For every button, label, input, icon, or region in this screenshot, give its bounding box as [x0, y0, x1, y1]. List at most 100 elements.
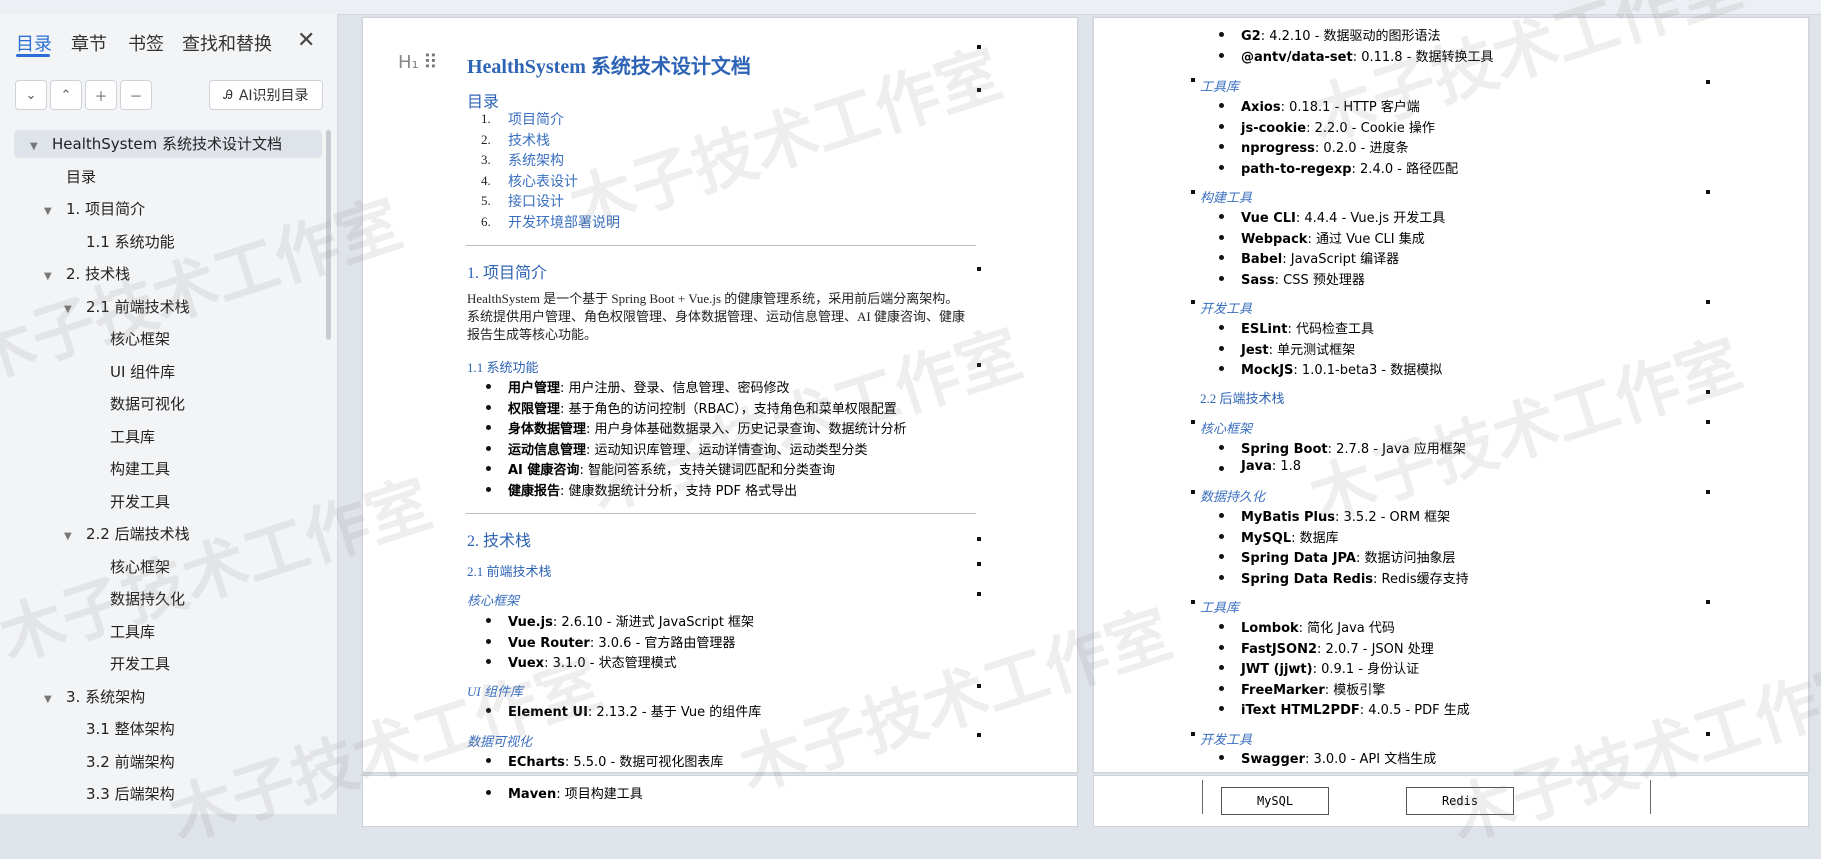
subheading-dev-tools: 开发工具 — [1200, 301, 1253, 316]
heading-style-icon[interactable]: H₁ — [398, 52, 419, 73]
bullet-icon — [486, 466, 491, 471]
bullet-icon — [1219, 255, 1224, 260]
remove-level-button[interactable]: － — [120, 80, 152, 110]
subheading-backend-dev: 开发工具 — [1200, 732, 1253, 747]
toc-item[interactable]: 核心框架 — [14, 325, 170, 353]
toc-item[interactable]: 构建工具 — [14, 455, 170, 483]
toc-link[interactable]: 核心表设计 — [508, 171, 578, 191]
dev-tool-item: MockJS: 1.0.1-beta3 - 数据模拟 — [1241, 363, 1443, 378]
paragraph-mark — [977, 562, 981, 566]
expand-arrow-icon[interactable]: ▼ — [44, 686, 58, 714]
toc-item[interactable]: 3.2 前端架构 — [14, 748, 175, 776]
bullet-icon — [486, 425, 491, 430]
bullet-icon — [1219, 214, 1224, 219]
toc-item[interactable]: UI 组件库 — [14, 358, 175, 386]
expand-arrow-icon[interactable]: ▼ — [64, 296, 78, 324]
paragraph-mark — [1191, 300, 1195, 304]
core-framework-item: Vuex: 3.1.0 - 状态管理模式 — [508, 656, 677, 671]
toc-item-label: 工具库 — [110, 427, 156, 446]
toc-item-label: 3.1 整体架构 — [86, 720, 175, 738]
build-tool-item: Sass: CSS 预处理器 — [1241, 272, 1365, 288]
toc-item[interactable]: 开发工具 — [14, 650, 170, 678]
diagram-border — [1650, 780, 1651, 814]
bullet-icon — [1219, 574, 1224, 580]
toc-link[interactable]: 技术栈 — [508, 130, 550, 150]
drag-handle-icon[interactable]: ⠿ — [423, 50, 438, 74]
toc-item-label: 3. 系统架构 — [66, 687, 146, 706]
paragraph-mark — [977, 45, 981, 49]
expand-arrow-icon[interactable]: ▼ — [30, 133, 44, 161]
paragraph-mark — [977, 684, 981, 688]
section-heading-2: 2. 技术栈 — [467, 533, 532, 550]
dev-tool-item: Jest: 单元测试框架 — [1241, 342, 1356, 358]
paragraph-mark — [1706, 420, 1710, 424]
bullet-icon — [1219, 445, 1224, 450]
subheading-backend-tools: 工具库 — [1200, 600, 1240, 615]
subheading-core-framework: 核心框架 — [467, 593, 520, 608]
toc-item[interactable]: 工具库 — [14, 423, 155, 451]
expand-arrow-icon[interactable]: ▼ — [44, 198, 58, 226]
toc-item[interactable]: 3.1 整体架构 — [14, 715, 175, 743]
section-heading-1-1: 1.1 系统功能 — [467, 360, 539, 375]
bullet-icon — [486, 486, 491, 492]
tab-toc[interactable]: 目录 — [16, 30, 52, 56]
toc-item-label: 2.1 前端技术栈 — [86, 297, 190, 316]
toc-item[interactable]: ▼ HealthSystem 系统技术设计文档 — [14, 130, 322, 158]
bullet-icon — [1219, 465, 1224, 471]
backend-tool-item: FreeMarker: 模板引擎 — [1241, 682, 1386, 698]
toc-item[interactable]: ▼ 2.2 后端技术栈 — [14, 520, 190, 548]
feature-item: AI 健康咨询: 智能问答系统，支持关键词匹配和分类查询 — [508, 463, 835, 478]
bullet-icon — [1219, 325, 1224, 330]
toc-item[interactable]: 3.3 后端架构 — [14, 780, 175, 808]
toc-item[interactable]: ▼ 2.1 前端技术栈 — [14, 293, 190, 321]
toc-item[interactable]: 核心框架 — [14, 553, 170, 581]
feature-item: 用户管理: 用户注册、登录、信息管理、密码修改 — [508, 381, 790, 396]
ai-recognize-toc-button[interactable]: Ꭿ AI识别目录 — [209, 80, 323, 110]
toc-item-label: 开发工具 — [110, 492, 171, 511]
toc-link[interactable]: 开发环境部署说明 — [508, 212, 620, 232]
bullet-icon — [1219, 513, 1224, 518]
top-ruler — [0, 0, 1821, 15]
paragraph-mark — [977, 363, 981, 367]
toc-link[interactable]: 系统架构 — [508, 150, 564, 170]
toc-link[interactable]: 接口设计 — [508, 191, 564, 211]
toc-link[interactable]: 项目简介 — [508, 109, 564, 129]
paragraph-mark — [977, 537, 981, 541]
close-icon[interactable]: ✕ — [297, 28, 315, 53]
section-divider — [466, 245, 976, 246]
persistence-item: MyBatis Plus: 3.5.2 - ORM 框架 — [1241, 510, 1451, 525]
toc-item-label: 构建工具 — [110, 460, 171, 478]
sidebar-scrollbar[interactable] — [326, 130, 331, 340]
section-heading-1: 1. 项目简介 — [467, 265, 548, 282]
add-level-button[interactable]: ＋ — [85, 80, 117, 110]
toc-item[interactable]: ▼ 1. 项目简介 — [14, 195, 145, 223]
bullet-icon — [1219, 164, 1224, 170]
paragraph-mark — [977, 267, 981, 271]
toc-item-label: 核心框架 — [110, 557, 171, 576]
toc-item[interactable]: ▼ 2. 技术栈 — [14, 260, 130, 288]
toc-item[interactable]: ▼ 3. 系统架构 — [14, 683, 145, 711]
expand-arrow-icon[interactable]: ▼ — [44, 263, 58, 291]
feature-item: 身体数据管理: 用户身体基础数据录入、历史记录查询、数据统计分析 — [508, 422, 907, 437]
toc-item[interactable]: 目录 — [14, 163, 96, 191]
toc-item[interactable]: 开发工具 — [14, 488, 170, 516]
toc-item[interactable]: 数据可视化 — [14, 390, 185, 418]
tab-chapters[interactable]: 章节 — [71, 30, 107, 56]
tab-bookmarks[interactable]: 书签 — [128, 30, 164, 56]
expand-arrow-icon[interactable]: ▼ — [64, 523, 78, 551]
subheading-persistence: 数据持久化 — [1200, 489, 1266, 504]
paragraph-mark — [1706, 490, 1710, 494]
toc-item[interactable]: 1.1 系统功能 — [14, 228, 175, 256]
collapse-down-button[interactable]: ⌄ — [15, 80, 47, 110]
tab-find-replace[interactable]: 查找和替换 — [182, 30, 272, 56]
intro-paragraph: HealthSystem 是一个基于 Spring Boot + Vue.js … — [467, 291, 965, 342]
toc-item[interactable]: 数据持久化 — [14, 585, 185, 613]
bullet-icon — [486, 384, 491, 389]
toc-item-label: 1. 项目简介 — [66, 200, 146, 218]
toc-item[interactable]: 工具库 — [14, 618, 155, 646]
toc-item-label: 核心框架 — [110, 330, 171, 348]
section-divider — [466, 513, 976, 514]
bullet-icon — [1219, 103, 1224, 108]
paragraph-mark — [1706, 80, 1710, 84]
collapse-up-button[interactable]: ⌃ — [50, 80, 82, 110]
